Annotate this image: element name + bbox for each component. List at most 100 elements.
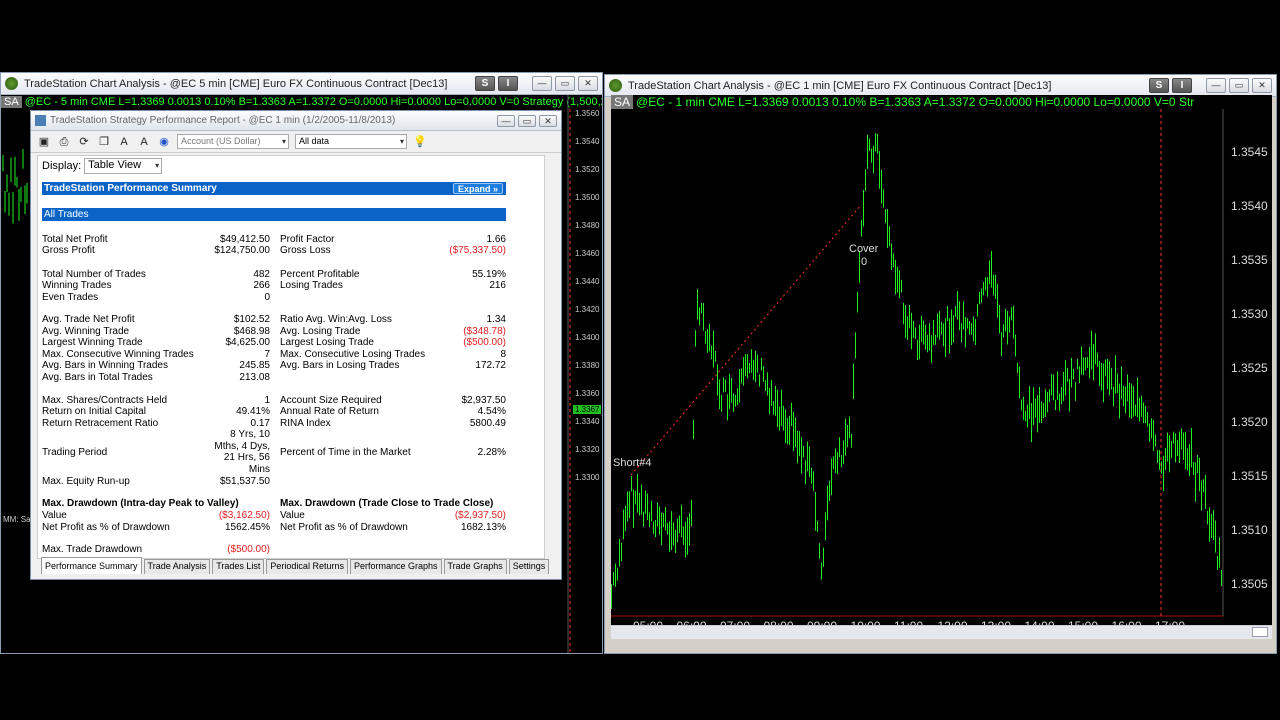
tab-trades-list[interactable]: Trades List — [212, 559, 265, 574]
right-price-tick: 1.3515 — [1231, 469, 1268, 483]
indicator-link-icon[interactable]: I — [498, 76, 518, 91]
drawdown-header: Max. Drawdown (Trade Close to Trade Clos… — [280, 498, 494, 509]
section-all-trades: All Trades — [42, 208, 506, 221]
stat-label: Losing Trades — [280, 280, 343, 291]
left-price-tick: 1.3540 — [575, 137, 600, 146]
data-range-select[interactable]: All data ▾ — [295, 134, 407, 149]
stat-label: Account Size Required — [280, 395, 382, 406]
display-label: Display: — [42, 160, 82, 172]
table-row: Net Profit as % of Drawdown 1682.13% — [280, 522, 506, 533]
table-row: Gross Profit $124,750.00 — [42, 245, 270, 256]
data-range-value: All data — [299, 136, 330, 146]
expand-button[interactable]: Expand » — [452, 183, 503, 194]
left-chart-titlebar[interactable]: TradeStation Chart Analysis - @EC 5 min … — [1, 73, 602, 95]
table-row: Max. Shares/Contracts Held 1 — [42, 395, 270, 406]
stat-label: Winning Trades — [42, 280, 112, 291]
right-price-tick: 1.3540 — [1231, 199, 1268, 213]
right-chart-titlebar[interactable]: TradeStation Chart Analysis - @EC 1 min … — [605, 75, 1276, 97]
table-row: Losing Trades 216 — [280, 280, 506, 291]
table-row: Avg. Bars in Losing Trades 172.72 — [280, 360, 506, 371]
left-price-tick: 1.3520 — [575, 165, 600, 174]
stat-value: $2,937.50 — [461, 395, 507, 406]
left-price-tick: 1.3300 — [575, 473, 600, 482]
right-chart-scrollbar[interactable] — [611, 625, 1272, 639]
table-row: Percent of Time in the Market 2.28% — [280, 447, 506, 458]
maximize-button[interactable]: ▭ — [1229, 78, 1249, 93]
stat-label: Max. Equity Run-up — [42, 476, 130, 487]
tab-performance-graphs[interactable]: Performance Graphs — [349, 559, 442, 574]
tab-performance-summary[interactable]: Performance Summary — [41, 557, 142, 574]
stat-value: $124,750.00 — [214, 245, 270, 256]
stat-label: Max. Consecutive Winning Trades — [42, 349, 194, 360]
right-price-tick: 1.3530 — [1231, 307, 1268, 321]
stat-value: 55.19% — [472, 269, 506, 280]
account-select[interactable]: Account (US Dollar) ▾ — [177, 134, 289, 149]
left-price-tick: 1.3360 — [575, 389, 600, 398]
increase-font-icon[interactable]: A — [117, 135, 131, 149]
stat-label: Profit Factor — [280, 234, 335, 245]
table-row: Return on Initial Capital 49.41% — [42, 406, 270, 417]
stat-value: 1 — [264, 395, 270, 406]
stat-label: Value — [280, 510, 305, 521]
maximize-button[interactable]: ▭ — [555, 76, 575, 91]
stat-value: $468.98 — [233, 326, 270, 337]
report-close-button[interactable]: ✕ — [539, 114, 557, 127]
tab-settings[interactable]: Settings — [508, 559, 550, 574]
report-maximize-button[interactable]: ▭ — [518, 114, 536, 127]
stat-value: 1682.13% — [460, 522, 506, 533]
symbol-link-icon[interactable]: S — [475, 76, 495, 91]
report-titlebar[interactable]: TradeStation Strategy Performance Report… — [31, 111, 561, 131]
table-row: Ratio Avg. Win:Avg. Loss 1.34 — [280, 314, 506, 325]
report-minimize-button[interactable]: — — [497, 114, 515, 127]
indicator-link-icon[interactable]: I — [1172, 78, 1192, 93]
stat-value: 1562.45% — [224, 522, 270, 533]
display-select[interactable]: Table View ▾ — [84, 158, 163, 174]
stat-label: Max. Consecutive Losing Trades — [280, 349, 426, 360]
save-icon[interactable]: ▣ — [37, 135, 51, 149]
right-chart-svg — [611, 109, 1224, 617]
stat-label: Annual Rate of Return — [280, 406, 379, 417]
close-button[interactable]: ✕ — [1252, 78, 1272, 93]
stat-value: ($348.78) — [463, 326, 506, 337]
report-vertical-scrollbar[interactable]: ▲ ▼ — [544, 156, 545, 559]
left-price-tick: 1.3340 — [575, 417, 600, 426]
right-chart-area[interactable]: SA @EC - 1 min CME L=1.3369 0.0013 0.10% … — [611, 95, 1272, 625]
table-row: Return Retracement Ratio 0.17 — [42, 418, 270, 429]
stat-label: Total Net Profit — [42, 234, 108, 245]
copy-icon[interactable]: ❐ — [97, 135, 111, 149]
table-row: Value ($2,937.50) — [280, 510, 506, 521]
minimize-button[interactable]: — — [532, 76, 552, 91]
stat-label: Gross Loss — [280, 245, 331, 256]
cover-exit-label: Cover — [849, 243, 879, 255]
table-row: Avg. Bars in Winning Trades 245.85 — [42, 360, 270, 371]
table-row: Winning Trades 266 — [42, 280, 270, 291]
table-row: Profit Factor 1.66 — [280, 234, 506, 245]
globe-icon[interactable]: ◉ — [157, 135, 171, 149]
symbol-link-icon[interactable]: S — [1149, 78, 1169, 93]
stat-label: Largest Winning Trade — [42, 337, 143, 348]
stat-value: 482 — [253, 269, 270, 280]
trading-period-value: 21 Hrs, 56 — [223, 452, 270, 463]
report-title: TradeStation Strategy Performance Report… — [50, 115, 396, 126]
right-price-tick: 1.3520 — [1231, 415, 1268, 429]
refresh-icon[interactable]: ⟳ — [77, 135, 91, 149]
stat-label: Net Profit as % of Drawdown — [280, 522, 408, 533]
tab-trade-analysis[interactable]: Trade Analysis — [143, 559, 211, 574]
stat-label: Return on Initial Capital — [42, 406, 146, 417]
left-last-price: 1.3367 — [573, 405, 602, 414]
chevron-down-icon: ▾ — [281, 137, 286, 146]
help-bulb-icon[interactable]: 💡 — [413, 135, 427, 149]
tab-trade-graphs[interactable]: Trade Graphs — [443, 559, 507, 574]
stat-value: 1.66 — [486, 234, 506, 245]
scroll-thumb[interactable] — [1252, 627, 1268, 637]
table-row: Annual Rate of Return 4.54% — [280, 406, 506, 417]
left-price-tick: 1.3500 — [575, 193, 600, 202]
trade-line — [630, 204, 862, 476]
minimize-button[interactable]: — — [1206, 78, 1226, 93]
table-row: Account Size Required $2,937.50 — [280, 395, 506, 406]
decrease-font-icon[interactable]: A — [137, 135, 151, 149]
report-tabs: Performance Summary Trade Analysis Trades … — [41, 557, 551, 575]
close-button[interactable]: ✕ — [578, 76, 598, 91]
tab-periodical-returns[interactable]: Periodical Returns — [266, 559, 348, 574]
print-icon[interactable]: ⎙ — [57, 135, 71, 149]
